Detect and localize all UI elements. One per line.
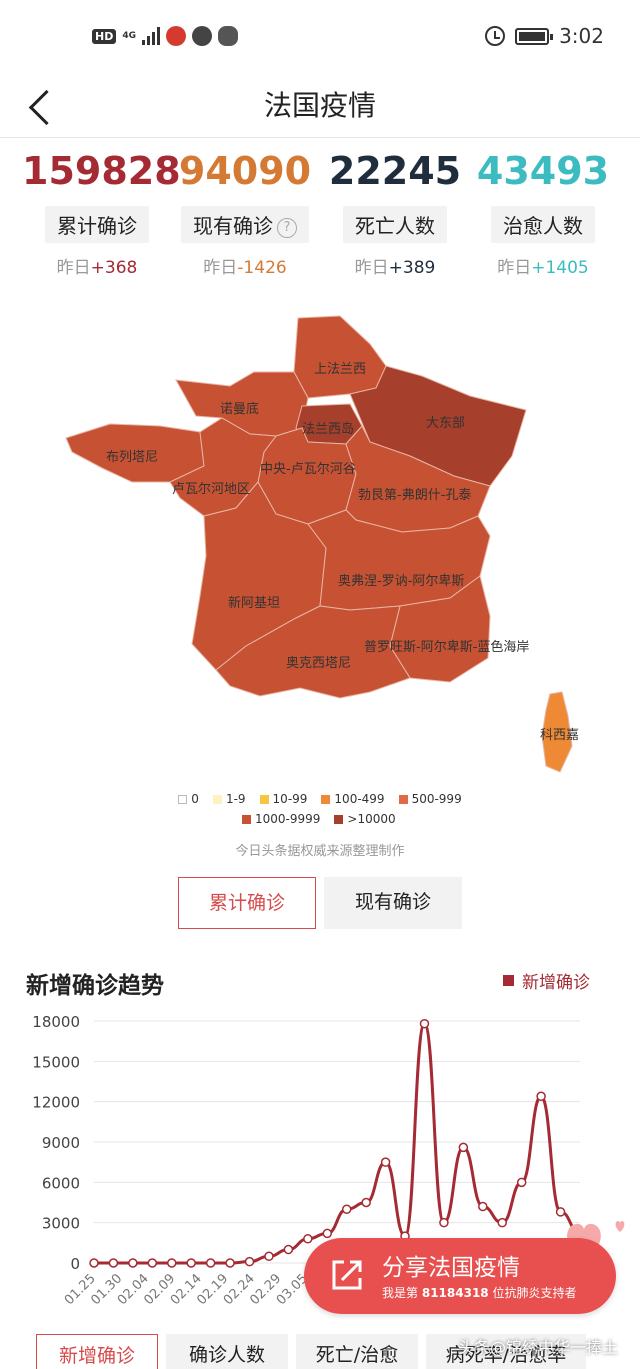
region-label: 奥弗涅-罗讷-阿尔卑斯 [338,574,465,589]
y-tick-label: 12000 [32,1094,80,1112]
data-point [322,1228,333,1239]
data-point [380,1157,391,1167]
stat-value: 43493 [476,149,610,193]
legend-item: 1-9 [212,792,246,806]
region-label: 中央-卢瓦尔河谷 [260,462,356,477]
stat-label: 累计确诊 [45,206,149,243]
data-point [225,1258,235,1268]
region-label: 普罗旺斯-阿尔卑斯-蓝色海岸 [364,640,530,655]
legend-label: 新增确诊 [522,973,590,993]
region-label: 科西嘉 [540,728,580,743]
share-icon [332,1260,362,1290]
share-button[interactable]: 分享法国疫情 我是第 81184318 位抗肺炎支持者 [304,1238,616,1314]
stat-value: 22245 [328,149,462,193]
app-icon [166,26,186,46]
stat-value: 159828 [22,149,181,193]
map-legend: 0 1-9 10-99 100-499 500-999 1000-9999 >1… [150,792,490,832]
legend-swatch [503,975,514,986]
data-point [186,1258,196,1268]
trend-legend[interactable]: 新增确诊 [503,968,590,993]
share-subtitle: 我是第 81184318 位抗肺炎支持者 [382,1286,577,1300]
status-bar: HD 4G 3:02 [0,0,640,74]
legend-item: >10000 [334,812,396,826]
hd-badge: HD [92,28,117,44]
data-point [341,1204,352,1214]
y-tick-label: 18000 [32,1013,80,1031]
data-point [303,1234,313,1244]
stat-recovered: 43493 治愈人数 昨日+1405 [468,148,618,278]
stat-deaths: 22245 死亡人数 昨日+389 [320,148,470,278]
tab-new-confirmed[interactable]: 新增确诊 [36,1334,158,1369]
y-tick-label: 3000 [42,1215,80,1233]
help-icon[interactable]: ? [277,217,297,238]
region-label: 奥克西塔尼 [286,656,352,671]
region-label: 勃艮第-弗朗什-孔泰 [358,488,472,503]
stat-delta: 昨日-1426 [203,258,287,278]
data-point [361,1197,371,1208]
data-point [128,1258,138,1268]
data-point [108,1258,119,1268]
y-tick-label: 6000 [42,1174,80,1192]
region-label: 布列塔尼 [106,450,159,465]
stat-total-confirmed: 159828 累计确诊 昨日+368 [22,148,181,278]
header: 法国疫情 [0,74,640,138]
data-point [478,1201,488,1212]
stat-current-confirmed: 94090 现有确诊? 昨日-1426 [170,148,320,278]
data-point [419,1018,430,1029]
y-tick-label: 15000 [32,1053,80,1071]
data-point [264,1251,274,1262]
tab-confirmed-count[interactable]: 确诊人数 [166,1334,288,1369]
wechat-icon [218,26,238,46]
page-title: 法国疫情 [263,89,376,122]
legend-item: 1000-9999 [242,812,320,826]
tab-death-recovery[interactable]: 死亡/治愈 [296,1334,418,1369]
stat-delta: 昨日+1405 [497,258,589,278]
alarm-icon [485,26,506,46]
series-line [93,1022,581,1265]
data-point [89,1258,99,1268]
legend-item: 0 [178,792,199,806]
data-point [205,1258,216,1268]
data-point [458,1142,469,1153]
stats-panel: 159828 累计确诊 昨日+368 94090 现有确诊? 昨日-1426 2… [0,140,640,280]
data-point [497,1217,507,1228]
region-label: 大东部 [426,416,466,431]
status-time: 3:02 [559,24,604,48]
source-note: 今日头条据权威来源整理制作 [235,844,405,859]
data-point [536,1091,546,1102]
data-point [516,1177,527,1188]
data-point [244,1256,255,1267]
legend-item: 500-999 [398,792,462,806]
region-label: 卢瓦尔河地区 [172,482,251,497]
share-title: 分享法国疫情 [382,1255,520,1281]
stat-delta: 昨日+368 [56,258,138,278]
battery-icon [515,27,554,45]
data-point [283,1244,294,1255]
app-icon [192,26,212,46]
stat-delta: 昨日+389 [354,258,436,278]
region-hauts-de-france [293,315,387,399]
tab-current-confirmed[interactable]: 现有确诊 [324,877,462,929]
legend-item: 10-99 [259,792,307,806]
data-point [147,1258,158,1268]
signal-icon [142,27,160,45]
region-label: 上法兰西 [314,362,367,377]
region-label: 诺曼底 [220,402,260,417]
data-point [439,1217,449,1228]
y-tick-label: 9000 [42,1134,80,1152]
stat-label: 现有确诊? [181,206,309,243]
tab-cumulative-confirmed[interactable]: 累计确诊 [178,877,316,929]
trend-title: 新增确诊趋势 [26,973,164,999]
network-label: 4G [122,30,136,41]
stat-label: 死亡人数 [343,206,447,243]
legend-item: 100-499 [321,792,385,806]
stat-label: 治愈人数 [491,206,595,243]
stat-value: 94090 [178,149,312,193]
region-label: 新阿基坦 [228,596,281,611]
france-map[interactable]: 上法兰西 诺曼底 法兰西岛 大东部 布列塔尼 中央-卢瓦尔河谷 卢瓦尔河地区 勃… [50,306,610,776]
region-label: 法兰西岛 [302,422,355,437]
watermark: 头条@锦绣中华一捧土 [458,1338,619,1357]
y-tick-label: 0 [70,1255,80,1273]
data-point [167,1258,177,1268]
